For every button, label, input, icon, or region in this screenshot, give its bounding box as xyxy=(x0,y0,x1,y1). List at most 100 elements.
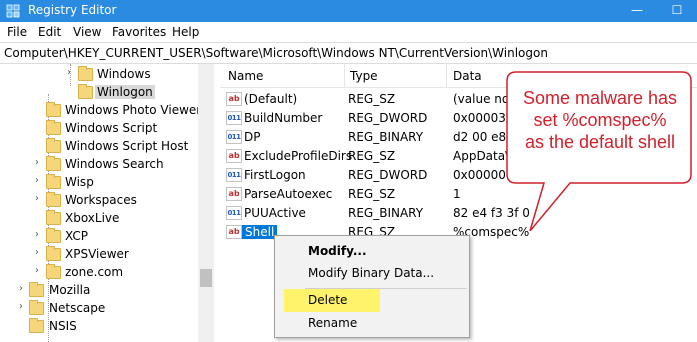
menu-item-label: Rename xyxy=(308,316,358,330)
tree-item-label: Wisp xyxy=(65,175,94,189)
folder-icon xyxy=(78,66,93,81)
chevron-right-icon[interactable]: › xyxy=(32,247,42,258)
string-value-icon: ab xyxy=(226,92,242,106)
address-path: Computer\HKEY_CURRENT_USER\Software\Micr… xyxy=(4,46,548,60)
tree-item-nsis[interactable]: NSIS xyxy=(0,316,198,338)
address-bar[interactable]: Computer\HKEY_CURRENT_USER\Software\Micr… xyxy=(0,42,697,64)
folder-icon xyxy=(46,174,61,189)
value-name: BuildNumber xyxy=(244,111,323,125)
value-name: FirstLogon xyxy=(244,168,306,182)
menu-item-modify-binary[interactable]: Modify Binary Data... xyxy=(276,262,469,284)
tree-item-label: Winlogon xyxy=(95,85,155,99)
menu-bar: File Edit View Favorites Help xyxy=(0,22,697,42)
tree-item-label: zone.com xyxy=(65,265,124,279)
annotation-callout: Some malware has set %comspec% as the de… xyxy=(506,71,692,231)
tree-item-label: Windows Photo Viewer xyxy=(65,103,202,117)
folder-icon xyxy=(46,246,61,261)
tree-item-label: Mozilla xyxy=(49,283,91,297)
folder-icon xyxy=(46,120,61,135)
maximize-button[interactable]: ☐ xyxy=(657,0,697,22)
binary-value-icon: 011 xyxy=(226,168,242,182)
value-type: REG_DWORD xyxy=(348,111,428,125)
folder-icon xyxy=(46,264,61,279)
value-name: (Default) xyxy=(244,92,298,106)
value-name: ParseAutoexec xyxy=(244,187,333,201)
string-value-icon: ab xyxy=(226,149,242,163)
menu-item-label: Modify Binary Data... xyxy=(308,266,435,280)
folder-icon xyxy=(29,318,44,333)
value-name: Shell xyxy=(242,225,278,239)
callout-text: Some malware has set %comspec% as the de… xyxy=(512,87,688,153)
tree-item-label: XboxLive xyxy=(65,211,120,225)
scrollbar-thumb[interactable] xyxy=(200,269,212,287)
column-name[interactable]: Name xyxy=(228,69,263,83)
value-type: REG_SZ xyxy=(348,187,396,201)
chevron-right-icon[interactable]: › xyxy=(32,175,42,186)
menu-item-delete[interactable]: Delete xyxy=(276,289,469,312)
chevron-right-icon[interactable]: › xyxy=(64,67,74,78)
tree-item-label: Windows xyxy=(97,67,151,81)
column-divider[interactable] xyxy=(344,64,345,88)
chevron-right-icon[interactable]: › xyxy=(32,229,42,240)
value-type: REG_SZ xyxy=(348,149,396,163)
binary-value-icon: 011 xyxy=(226,111,242,125)
value-name: DP xyxy=(244,130,261,144)
column-type[interactable]: Type xyxy=(350,69,378,83)
tree-item-label: Netscape xyxy=(49,301,106,315)
folder-icon xyxy=(78,84,93,99)
folder-icon xyxy=(46,156,61,171)
callout-line: set %comspec% xyxy=(533,110,667,130)
tree-item-label: Workspaces xyxy=(65,193,137,207)
tree-item-label: XCP xyxy=(65,229,88,243)
folder-icon xyxy=(46,138,61,153)
callout-line: as the default shell xyxy=(524,132,676,152)
minimize-button[interactable]: — xyxy=(617,0,657,22)
menu-item-label: Delete xyxy=(308,293,348,307)
menu-edit[interactable]: Edit xyxy=(38,25,61,39)
chevron-right-icon[interactable]: › xyxy=(32,157,42,168)
folder-icon xyxy=(29,282,44,297)
column-divider[interactable] xyxy=(446,64,447,88)
string-value-icon: ab xyxy=(226,187,242,201)
chevron-right-icon[interactable]: › xyxy=(32,265,42,276)
callout-line: Some malware has xyxy=(522,88,678,108)
column-data[interactable]: Data xyxy=(453,69,482,83)
binary-value-icon: 011 xyxy=(226,130,242,144)
key-tree: › Windows Winlogon Windows Photo Viewer … xyxy=(0,64,214,342)
menu-item-label: Modify... xyxy=(308,244,367,258)
folder-icon xyxy=(46,102,61,117)
tree-item-label: XPSViewer xyxy=(65,247,129,261)
context-menu: Modify... Modify Binary Data... Delete R… xyxy=(274,235,470,338)
menu-favorites[interactable]: Favorites xyxy=(112,25,166,39)
value-name: PUUActive xyxy=(244,206,306,220)
tree-item-label: Windows Script Host xyxy=(65,139,189,153)
value-data: 1 xyxy=(453,187,461,201)
menu-view[interactable]: View xyxy=(73,25,101,39)
chevron-right-icon[interactable]: › xyxy=(16,283,26,294)
folder-icon xyxy=(46,228,61,243)
folder-icon xyxy=(29,300,44,315)
menu-help[interactable]: Help xyxy=(172,25,199,39)
value-name: ExcludeProfileDirs xyxy=(244,149,353,163)
chevron-right-icon[interactable]: › xyxy=(16,301,26,312)
folder-icon xyxy=(46,210,61,225)
value-type: REG_DWORD xyxy=(348,168,428,182)
tree-item-label: Windows Search xyxy=(65,157,164,171)
tree-scrollbar[interactable] xyxy=(198,64,214,342)
registry-editor-icon xyxy=(6,4,20,18)
value-type: REG_SZ xyxy=(348,92,396,106)
menu-item-modify[interactable]: Modify... xyxy=(276,240,469,262)
folder-icon xyxy=(46,192,61,207)
tree-item-label: NSIS xyxy=(49,319,77,333)
chevron-right-icon[interactable]: › xyxy=(32,193,42,204)
value-data: (value not xyxy=(453,92,514,106)
menu-item-rename[interactable]: Rename xyxy=(276,312,469,334)
string-value-icon: ab xyxy=(226,225,242,239)
binary-value-icon: 011 xyxy=(226,206,242,220)
window-title: Registry Editor xyxy=(28,3,117,17)
menu-file[interactable]: File xyxy=(7,25,27,39)
tree-item-label: Windows Script xyxy=(65,121,158,135)
value-type: REG_BINARY xyxy=(348,206,424,220)
title-bar: Registry Editor — ☐ xyxy=(0,0,697,22)
value-type: REG_BINARY xyxy=(348,130,424,144)
